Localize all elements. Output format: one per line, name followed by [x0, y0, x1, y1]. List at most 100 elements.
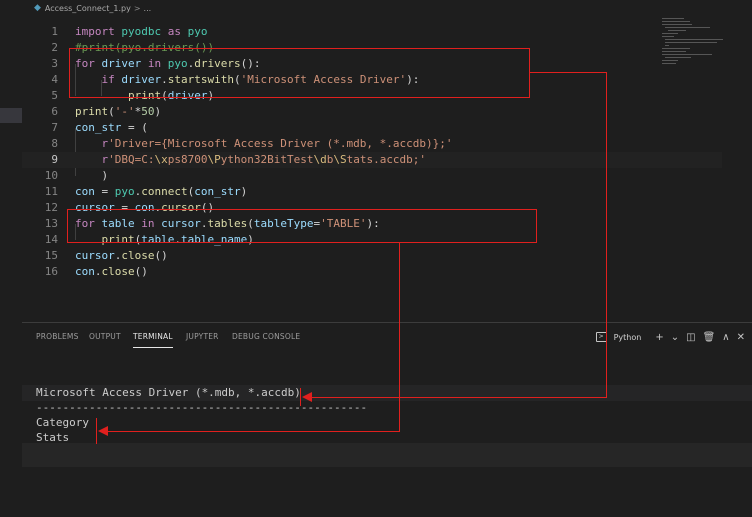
- line-number: 14: [44, 233, 58, 246]
- code-token: tats.accdb;': [346, 153, 427, 166]
- panel-tabs: PROBLEMS OUTPUT TERMINAL JUPYTER DEBUG C…: [22, 323, 752, 351]
- code-token: pyo: [114, 185, 135, 198]
- add-terminal-icon[interactable]: +: [655, 332, 663, 343]
- code-line[interactable]: 7 con_str = (: [22, 120, 722, 136]
- activity-bar-selection: [0, 108, 22, 123]
- code-token: ): [240, 185, 248, 198]
- line-number: 5: [51, 89, 58, 102]
- line-number: 1: [51, 25, 58, 38]
- code-token: con: [75, 265, 95, 278]
- trash-icon[interactable]: 🗑: [703, 332, 716, 343]
- code-text: import pyodbc as pyo: [75, 24, 208, 40]
- line-number: 9: [51, 153, 58, 166]
- breadcrumb-symbol[interactable]: ...: [144, 4, 152, 13]
- code-token: (): [134, 265, 148, 278]
- line-number: 8: [51, 137, 58, 150]
- code-token: cursor: [75, 249, 115, 262]
- code-text: print('-'*50): [75, 104, 161, 120]
- line-number: 12: [44, 201, 58, 214]
- line-number: 11: [44, 185, 58, 198]
- breadcrumb-filename[interactable]: Access_Connect_1.py: [45, 4, 131, 13]
- activity-bar-strip: [0, 0, 22, 516]
- line-number: 3: [51, 57, 58, 70]
- code-token: .: [94, 265, 102, 278]
- bottom-panel: PROBLEMS OUTPUT TERMINAL JUPYTER DEBUG C…: [22, 322, 752, 517]
- python-file-icon: ◆: [34, 3, 41, 13]
- annotation-connector: [530, 72, 606, 73]
- code-text: con_str = (: [75, 120, 148, 136]
- line-number: 16: [44, 265, 58, 278]
- terminal-profile-label: Python: [613, 332, 642, 342]
- annotation-connector: [399, 242, 400, 431]
- code-token: print: [75, 105, 109, 118]
- code-token: (): [154, 249, 168, 262]
- breadcrumb: ◆ Access_Connect_1.py > ...: [22, 0, 752, 16]
- tab-debug-console[interactable]: DEBUG CONSOLE: [232, 332, 300, 341]
- minimap[interactable]: [662, 16, 732, 76]
- code-line[interactable]: 6 print('-'*50): [22, 104, 722, 120]
- code-token: (: [108, 105, 115, 118]
- annotation-box-driver-loop: [69, 48, 530, 98]
- terminal-output-line: Stats: [36, 431, 70, 444]
- code-token: pyodbc: [121, 25, 162, 38]
- annotation-connector: [108, 431, 400, 432]
- chevron-down-icon[interactable]: ⌄: [671, 332, 679, 343]
- code-text: con = pyo.connect(con_str): [75, 184, 247, 200]
- close-panel-icon[interactable]: ✕: [737, 332, 745, 343]
- terminal-profile-select[interactable]: > Python: [595, 332, 649, 342]
- code-token: \d: [313, 153, 327, 166]
- tab-jupyter[interactable]: JUPYTER: [186, 332, 219, 341]
- code-token: 50: [141, 105, 155, 118]
- annotation-connector: [606, 72, 607, 398]
- active-tab-indicator: [133, 347, 173, 348]
- tab-output[interactable]: OUTPUT: [89, 332, 121, 341]
- terminal-output-line: Microsoft Access Driver (*.mdb, *.accdb): [36, 386, 301, 399]
- code-token: =: [94, 185, 115, 198]
- code-text: cursor.close(): [75, 248, 168, 264]
- code-line[interactable]: 1 import pyodbc as pyo: [22, 24, 722, 40]
- line-number: 15: [44, 249, 58, 262]
- panel-actions: > Python + ⌄ ◫ 🗑 ∧ ✕: [595, 329, 752, 345]
- annotation-arrowhead: [98, 426, 108, 436]
- code-token: con: [75, 185, 95, 198]
- breadcrumb-separator: >: [133, 3, 141, 13]
- line-number: 4: [51, 73, 58, 86]
- line-number: 10: [44, 169, 58, 182]
- terminal-output-line: ----------------------------------------…: [36, 401, 368, 414]
- tab-problems[interactable]: PROBLEMS: [36, 332, 79, 341]
- code-text: r'DBQ=C:\xps8700\Python32BitTest\db\Stat…: [75, 152, 427, 168]
- code-token: ps8700: [167, 153, 208, 166]
- code-token: con_str: [75, 121, 122, 134]
- code-token: as: [167, 25, 181, 38]
- code-line[interactable]: 11 con = pyo.connect(con_str): [22, 184, 722, 200]
- split-terminal-icon[interactable]: ◫: [686, 332, 695, 343]
- code-line[interactable]: 8 r'Driver={Microsoft Access Driver (*.m…: [22, 136, 722, 152]
- code-token: connect: [141, 185, 188, 198]
- code-token: pyo: [187, 25, 208, 38]
- code-token: import: [75, 25, 115, 38]
- code-line[interactable]: 9 r'DBQ=C:\xps8700\Python32BitTest\db\St…: [22, 152, 722, 168]
- annotation-bracket: [300, 388, 301, 406]
- maximize-panel-icon[interactable]: ∧: [722, 332, 729, 343]
- code-token: ): [75, 169, 109, 182]
- terminal-icon: >: [595, 332, 607, 342]
- code-line[interactable]: 10 ): [22, 168, 722, 184]
- line-number: 7: [51, 121, 58, 134]
- code-token: con_str: [194, 185, 241, 198]
- code-line[interactable]: 15 cursor.close(): [22, 248, 722, 264]
- code-token: '-': [114, 105, 135, 118]
- terminal-cursor-line: [22, 443, 752, 467]
- tab-terminal[interactable]: TERMINAL: [133, 332, 173, 341]
- code-token: 'Driver={Microsoft Access Driver (*.mdb,…: [108, 137, 453, 150]
- code-line[interactable]: 16 con.close(): [22, 264, 722, 280]
- code-token: ): [154, 105, 162, 118]
- annotation-arrowhead: [302, 392, 312, 402]
- annotation-box-table-loop: [67, 209, 537, 243]
- code-token: \S: [333, 153, 347, 166]
- code-text: con.close(): [75, 264, 148, 280]
- code-text: r'Driver={Microsoft Access Driver (*.mdb…: [75, 136, 453, 152]
